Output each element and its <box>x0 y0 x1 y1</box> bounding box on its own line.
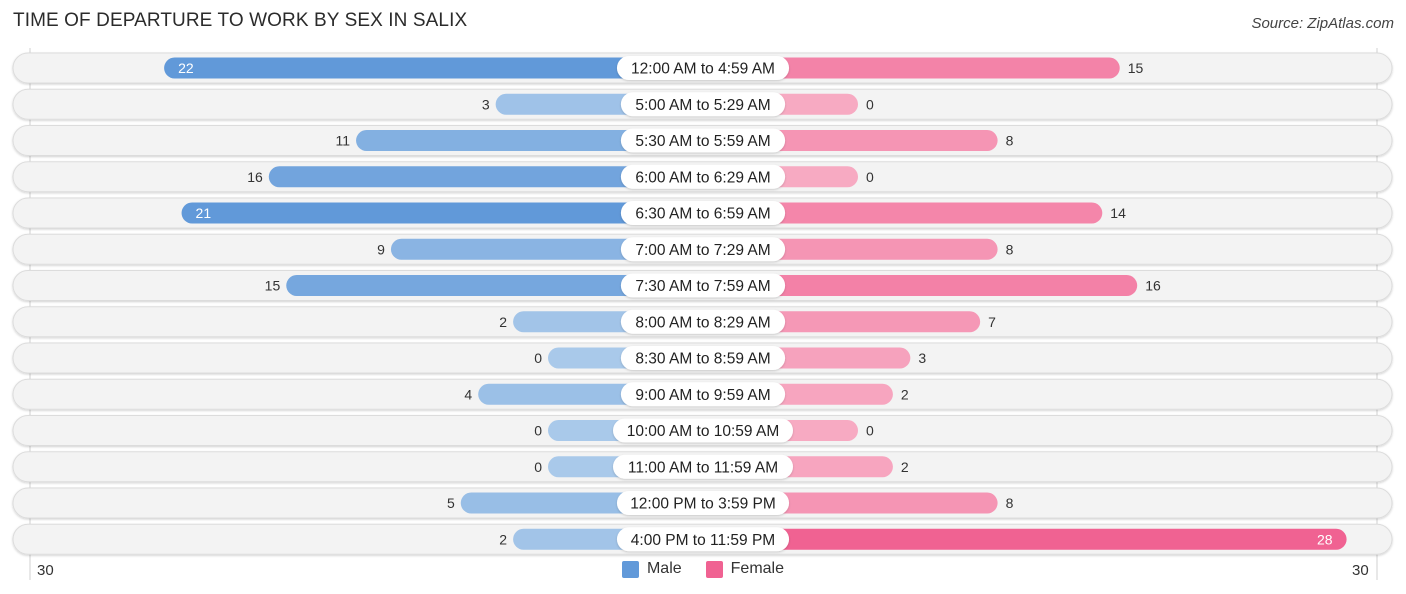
male-value-label: 21 <box>196 205 212 221</box>
female-value-label: 16 <box>1145 278 1161 294</box>
female-value-label: 0 <box>866 169 874 185</box>
row-5: 7:00 AM to 7:29 AM 9 8 <box>12 233 1393 265</box>
row-2: 5:30 AM to 5:59 AM 11 8 <box>12 125 1393 156</box>
legend-swatch-male <box>621 560 639 578</box>
female-value-label: 0 <box>866 423 874 439</box>
male-value-label: 3 <box>482 96 490 112</box>
female-bar <box>703 528 1347 550</box>
category-label: 7:00 AM to 7:29 AM <box>635 242 770 259</box>
category-label: 12:00 AM to 4:59 AM <box>631 61 775 78</box>
category-label: 8:00 AM to 8:29 AM <box>635 314 770 331</box>
male-value-label: 11 <box>336 133 351 149</box>
category-label: 6:30 AM to 6:59 AM <box>635 206 770 223</box>
row-13: 4:00 PM to 11:59 PM 2 28 <box>12 523 1393 555</box>
female-value-label: 15 <box>1128 60 1144 76</box>
male-value-label: 5 <box>447 495 455 511</box>
row-7: 8:00 AM to 8:29 AM 2 7 <box>12 306 1393 338</box>
female-value-label: 7 <box>988 314 996 330</box>
female-value-label: 3 <box>918 350 926 366</box>
legend-item-female: Female <box>705 560 785 578</box>
butterfly-bar-chart: 12:00 AM to 4:59 AM22 155:00 AM to 5:29 A… <box>12 48 1393 580</box>
male-value-label: 22 <box>178 60 194 76</box>
female-value-label: 2 <box>901 386 909 402</box>
male-value-label: 4 <box>464 386 472 402</box>
male-value-label: 9 <box>377 241 385 257</box>
category-label: 8:30 AM to 8:59 AM <box>635 351 770 368</box>
female-value-label: 8 <box>1006 133 1014 149</box>
male-value-label: 0 <box>534 459 542 475</box>
legend-item-male: Male <box>621 560 682 578</box>
female-value-label: 8 <box>1006 241 1014 257</box>
category-label: 5:00 AM to 5:29 AM <box>635 97 770 114</box>
male-value-label: 15 <box>265 278 281 294</box>
row-4: 6:30 AM to 6:59 AM 21 14 <box>12 197 1393 229</box>
legend: Male Female <box>0 560 1406 578</box>
category-label: 7:30 AM to 7:59 AM <box>635 278 770 295</box>
male-value-label: 0 <box>534 350 542 366</box>
female-value-label: 8 <box>1006 495 1014 511</box>
female-value-label: 0 <box>866 96 874 112</box>
row-11: 11:00 AM to 11:59 AM 0 2 <box>12 451 1393 483</box>
male-value-label: 2 <box>499 314 507 330</box>
category-label: 4:00 PM to 11:59 PM <box>631 532 775 549</box>
male-value-label: 2 <box>499 531 507 547</box>
category-label: 10:00 AM to 10:59 AM <box>627 423 780 440</box>
row-3: 6:00 AM to 6:29 AM 16 0 <box>12 161 1393 193</box>
legend-label-female: Female <box>730 560 785 577</box>
legend-label-male: Male <box>646 560 682 577</box>
row-1: 5:00 AM to 5:29 AM 3 0 <box>12 88 1393 120</box>
male-value-label: 16 <box>247 169 263 185</box>
row-10: 10:00 AM to 10:59 AM 0 0 <box>12 415 1393 446</box>
row-9: 9:00 AM to 9:59 AM 4 2 <box>12 378 1393 410</box>
male-value-label: 0 <box>534 423 542 439</box>
category-label: 9:00 AM to 9:59 AM <box>635 387 770 404</box>
female-value-label: 2 <box>901 459 909 475</box>
row-0: 12:00 AM to 4:59 AM 22 15 <box>12 52 1393 84</box>
row-12: 12:00 PM to 3:59 PM 5 8 <box>12 487 1393 519</box>
legend-swatch-female <box>705 560 723 578</box>
category-label: 11:00 AM to 11:59 AM <box>628 459 778 476</box>
category-label: 12:00 PM to 3:59 PM <box>630 496 776 513</box>
female-value-label: 14 <box>1110 205 1126 221</box>
category-label: 5:30 AM to 5:59 AM <box>635 133 770 150</box>
category-label: 6:00 AM to 6:29 AM <box>635 169 770 186</box>
row-8: 8:30 AM to 8:59 AM 0 3 <box>12 342 1393 374</box>
female-value-label: 28 <box>1317 531 1333 547</box>
row-6: 7:30 AM to 7:59 AM 15 16 <box>12 270 1393 301</box>
